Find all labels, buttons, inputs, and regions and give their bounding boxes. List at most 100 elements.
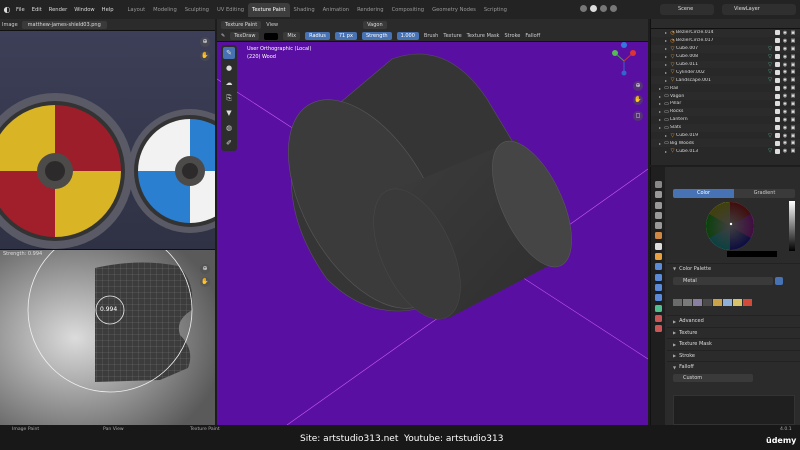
object-tab-icon[interactable]: [654, 253, 662, 261]
soften-tool-icon[interactable]: ●: [223, 62, 235, 74]
tab-compositing[interactable]: Compositing: [388, 3, 429, 17]
solid-shading-icon[interactable]: [590, 5, 597, 12]
blend-mode-selector[interactable]: Mix: [283, 32, 301, 40]
tab-texture-paint[interactable]: Texture Paint: [248, 2, 290, 17]
outliner-row[interactable]: ▸ ◔ BezierCircle.017 ◉ ▣: [651, 37, 800, 45]
render-camera-icon[interactable]: ▣: [790, 109, 796, 115]
wireframe-shading-icon[interactable]: [580, 5, 587, 12]
palette-swatch[interactable]: [723, 299, 732, 306]
scene-selector[interactable]: Scene: [660, 4, 714, 15]
uv-editor[interactable]: Strength: 0.994 0.994 ⊕ ✋: [0, 249, 215, 425]
exclude-checkbox[interactable]: [775, 101, 780, 107]
radius-value[interactable]: 71 px: [334, 32, 357, 40]
palette-swatch[interactable]: [693, 299, 702, 306]
menu-file[interactable]: File: [16, 7, 25, 13]
data-tab-icon[interactable]: [654, 304, 662, 312]
outliner-row[interactable]: ▸ ▽ Cube.008 ▽ ◉ ▣: [651, 53, 800, 61]
tab-scripting[interactable]: Scripting: [480, 3, 511, 17]
uv-zoom-icon[interactable]: ⊕: [200, 264, 210, 274]
draw-tool-icon[interactable]: ✎: [223, 47, 235, 59]
exclude-checkbox[interactable]: [775, 62, 780, 67]
visibility-eye-icon[interactable]: ◉: [782, 85, 788, 91]
outliner-row[interactable]: ▸ ▽ Cube.007 ▽ ◉ ▣: [651, 44, 800, 53]
mask-tool-icon[interactable]: ◍: [223, 122, 235, 134]
outliner-row[interactable]: ▸ ▽ Cube.013 ▽ ◉ ▣: [651, 147, 800, 155]
camera-view-icon[interactable]: ◻: [633, 111, 643, 121]
palette-swatch[interactable]: [743, 299, 752, 306]
mode-selector[interactable]: Texture Paint: [221, 21, 262, 29]
menu-edit[interactable]: Edit: [32, 7, 42, 13]
render-camera-icon[interactable]: ▣: [790, 77, 796, 83]
world-tab-icon[interactable]: [654, 232, 662, 240]
visibility-eye-icon[interactable]: ◉: [782, 46, 788, 52]
tab-modeling[interactable]: Modeling: [149, 3, 181, 17]
zoom-icon[interactable]: ⊕: [200, 37, 210, 47]
tab-layout[interactable]: Layout: [124, 3, 150, 17]
section-texture[interactable]: ▶ Texture: [667, 326, 800, 339]
new-palette-button[interactable]: [775, 277, 783, 285]
annotate-tool-icon[interactable]: ✐: [223, 137, 235, 149]
render-camera-icon[interactable]: ▣: [790, 38, 796, 44]
blender-logo-icon[interactable]: ◐: [0, 5, 14, 14]
exclude-checkbox[interactable]: [775, 69, 780, 75]
exclude-checkbox[interactable]: [775, 38, 780, 44]
render-camera-icon[interactable]: ▣: [790, 69, 796, 75]
image-filename-field[interactable]: matthew-james-shield03.png: [21, 20, 107, 29]
visibility-eye-icon[interactable]: ◉: [782, 140, 788, 146]
render-camera-icon[interactable]: ▣: [790, 54, 796, 60]
menu-render[interactable]: Render: [49, 7, 67, 13]
menu-help[interactable]: Help: [102, 7, 114, 13]
view-layer-selector[interactable]: ViewLayer: [722, 4, 796, 15]
palette-swatch[interactable]: [683, 299, 692, 306]
view-layer-tab-icon[interactable]: [654, 211, 662, 219]
stroke-menu[interactable]: Stroke: [504, 33, 520, 39]
outliner-row[interactable]: ▸ ▭ Rail ◉ ▣: [651, 84, 800, 92]
exclude-checkbox[interactable]: [775, 77, 780, 83]
render-camera-icon[interactable]: ▣: [790, 101, 796, 107]
color-tab-button[interactable]: Color: [673, 189, 734, 198]
navigation-gizmo-icon[interactable]: [609, 39, 639, 79]
image-editor-mode[interactable]: Image: [2, 22, 18, 28]
palette-swatch[interactable]: [733, 299, 742, 306]
radius-label[interactable]: Radius: [305, 32, 330, 40]
texture-mask-menu[interactable]: Texture Mask: [467, 33, 500, 39]
fill-tool-icon[interactable]: ▼: [223, 107, 235, 119]
render-camera-icon[interactable]: ▣: [790, 148, 796, 154]
visibility-eye-icon[interactable]: ◉: [782, 69, 788, 75]
output-tab-icon[interactable]: [654, 201, 662, 209]
rendered-shading-icon[interactable]: [610, 5, 617, 12]
smear-tool-icon[interactable]: ☁: [223, 77, 235, 89]
menu-window[interactable]: Window: [74, 7, 94, 13]
brush-color-swatch[interactable]: [264, 32, 279, 40]
render-camera-icon[interactable]: ▣: [790, 133, 796, 139]
physics-tab-icon[interactable]: [654, 283, 662, 291]
tool-tab-icon[interactable]: [654, 181, 662, 188]
outliner-row[interactable]: ▸ ▭ Vagon ◉ ▣: [651, 92, 800, 101]
tab-geometry-nodes[interactable]: Geometry Nodes: [428, 3, 480, 17]
outliner-row[interactable]: ▸ ▭ Lantern ◉ ▣: [651, 116, 800, 124]
tab-rendering[interactable]: Rendering: [353, 3, 388, 17]
exclude-checkbox[interactable]: [775, 109, 780, 115]
particles-tab-icon[interactable]: [654, 273, 662, 281]
visibility-eye-icon[interactable]: ◉: [782, 109, 788, 115]
visibility-eye-icon[interactable]: ◉: [782, 125, 788, 131]
3d-viewport[interactable]: Texture Paint View Vagon ✎ TexDraw Mix R…: [217, 19, 648, 425]
render-camera-icon[interactable]: ▣: [790, 117, 796, 123]
tab-animation[interactable]: Animation: [319, 3, 353, 17]
modifier-tab-icon[interactable]: [654, 263, 662, 271]
constraints-tab-icon[interactable]: [654, 294, 662, 302]
exclude-checkbox[interactable]: [775, 85, 780, 91]
brush-icon[interactable]: ✎: [221, 33, 225, 39]
brush-menu[interactable]: Brush: [424, 33, 438, 39]
render-camera-icon[interactable]: ▣: [790, 62, 796, 68]
section-falloff[interactable]: ▼ Falloff: [667, 361, 800, 373]
exclude-checkbox[interactable]: [775, 133, 780, 139]
visibility-eye-icon[interactable]: ◉: [782, 101, 788, 107]
visibility-eye-icon[interactable]: ◉: [782, 117, 788, 123]
scene-tab-icon[interactable]: [654, 222, 662, 230]
section-texture-mask[interactable]: ▶ Texture Mask: [667, 338, 800, 350]
exclude-checkbox[interactable]: [775, 148, 780, 154]
render-camera-icon[interactable]: ▣: [790, 93, 796, 99]
outliner-row[interactable]: ▸ ▭ Pillar ◉ ▣: [651, 100, 800, 108]
collection-tab-icon[interactable]: [654, 242, 662, 250]
